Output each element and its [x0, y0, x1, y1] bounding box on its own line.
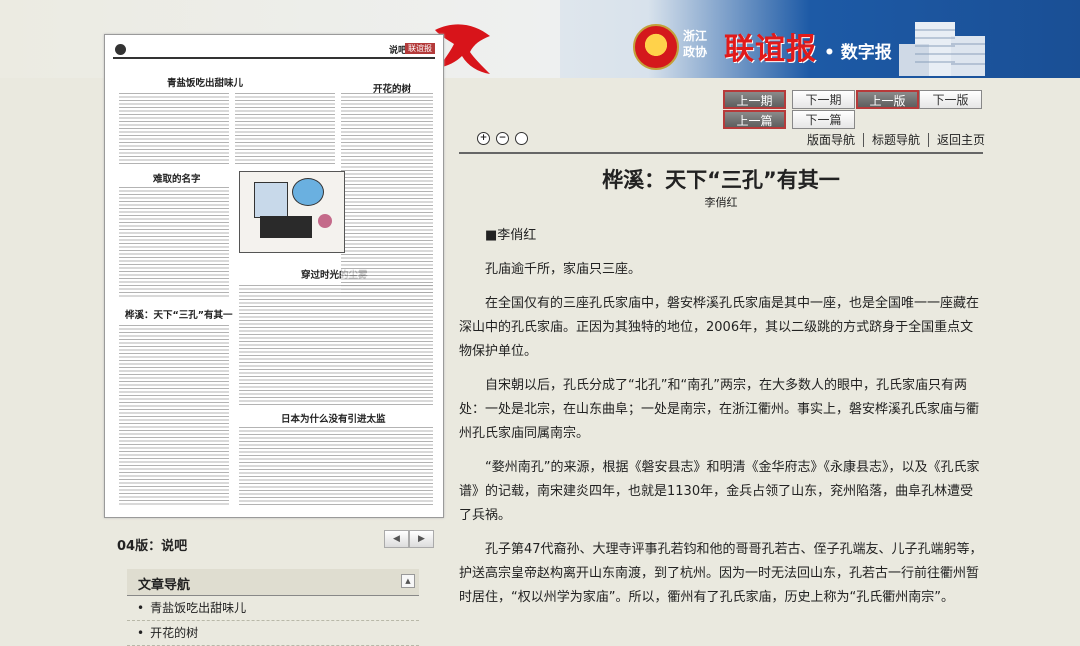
article-paragraph: 在全国仅有的三座孔氏家庙中，磐安桦溪孔氏家庙是其中一座，也是全国唯一一座藏在深山…: [459, 296, 980, 359]
thumb-text-block: [119, 187, 229, 299]
divider: [459, 152, 983, 154]
region-label: 浙江 政协: [683, 28, 707, 60]
thumb-cartoon-image: [239, 171, 345, 253]
thumb-text-block: [239, 285, 433, 405]
prev-page-arrow-icon[interactable]: ◀: [384, 530, 409, 548]
page-thumbnail[interactable]: 说吧 联谊报 青盐饭吃出甜味儿 开花的树 难取的名字 桦溪：天下“三孔”有其一 …: [104, 34, 444, 518]
zoom-out-icon[interactable]: −: [496, 132, 509, 145]
thumb-headline-6[interactable]: 日本为什么没有引进太监: [281, 411, 386, 425]
zoom-in-icon[interactable]: +: [477, 132, 490, 145]
thumb-headline-4[interactable]: 桦溪：天下“三孔”有其一: [125, 307, 233, 321]
prev-article-button[interactable]: 上一篇: [723, 110, 786, 129]
title-nav-link[interactable]: 标题导航: [864, 133, 930, 147]
article-nav-header: 文章导航 ▲: [127, 569, 419, 596]
nav-links: 版面导航 标题导航 返回主页: [799, 133, 993, 147]
next-page-button[interactable]: 下一版: [919, 90, 982, 109]
thumbnail-header: 说吧 联谊报: [113, 43, 435, 59]
cppcc-emblem-icon: [633, 24, 679, 70]
layout-nav-link[interactable]: 版面导航: [799, 133, 865, 147]
next-issue-button[interactable]: 下一期: [792, 90, 855, 109]
article-nav-item[interactable]: 青盐饭吃出甜味儿: [127, 596, 419, 621]
building-illustration-icon: [899, 22, 985, 76]
region-line-2: 政协: [683, 45, 708, 59]
thumb-text-block: [235, 93, 335, 165]
article-nav-item[interactable]: 开花的树: [127, 621, 419, 646]
prev-page-button[interactable]: 上一版: [856, 90, 919, 109]
thumb-text-block: [239, 427, 433, 507]
thumb-text-block: [119, 325, 229, 505]
article-body: ■李俏红 孔庙逾千所，家庙只三座。 在全国仅有的三座孔氏家庙中，磐安桦溪孔氏家庙…: [459, 224, 983, 620]
prev-issue-button[interactable]: 上一期: [723, 90, 786, 109]
next-article-button[interactable]: 下一篇: [792, 110, 855, 129]
article-title: 桦溪：天下“三孔”有其一: [602, 168, 840, 192]
collapse-arrow-icon[interactable]: ▲: [401, 574, 415, 588]
edition-label: 04版：说吧: [117, 539, 188, 554]
article-nav-list: 青盐饭吃出甜味儿 开花的树: [127, 596, 419, 646]
article-nav-title: 文章导航: [138, 578, 191, 593]
thumbnail-page-tag: 联谊报: [405, 43, 435, 54]
article-paragraph: 孔子第47代裔孙、大理寺评事孔若钧和他的哥哥孔若古、侄子孔端友、儿子孔端躬等，护…: [459, 542, 983, 605]
article-paragraph: 自宋朝以后，孔氏分成了“北孔”和“南孔”两宗，在大多数人的眼中，孔氏家庙只有两处…: [459, 378, 980, 441]
article-author: 李俏红: [704, 196, 738, 209]
article-paragraph: ■李俏红: [485, 228, 537, 243]
page-number-badge: [115, 44, 126, 55]
article-paragraph: 孔庙逾千所，家庙只三座。: [485, 262, 642, 277]
next-page-arrow-icon[interactable]: ▶: [409, 530, 434, 548]
zoom-controls: + −: [477, 132, 528, 145]
digital-edition-label: • 数字报: [824, 43, 892, 63]
thumb-text-block: [341, 93, 433, 293]
thumb-headline-3[interactable]: 难取的名字: [153, 171, 201, 185]
thumb-text-block: [119, 93, 229, 165]
paper-name[interactable]: 联谊报: [724, 24, 817, 68]
thumb-headline-1[interactable]: 青盐饭吃出甜味儿: [167, 75, 243, 89]
region-line-1: 浙江: [683, 29, 708, 43]
zoom-reset-icon[interactable]: [515, 132, 528, 145]
article-paragraph: “婺州南孔”的来源，根据《磐安县志》和明清《金华府志》《永康县志》，以及《孔氏家…: [459, 460, 980, 523]
home-link[interactable]: 返回主页: [929, 133, 993, 147]
page-pager: ◀ ▶: [384, 530, 434, 548]
